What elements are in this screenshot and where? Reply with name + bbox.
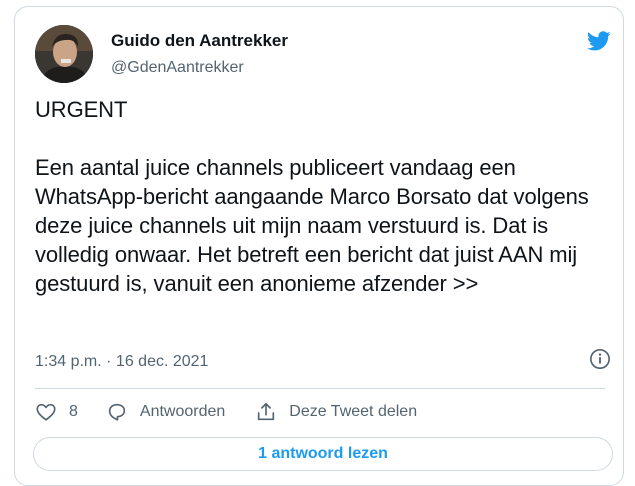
tweet-timestamp[interactable]: 1:34 p.m. · 16 dec. 2021	[35, 352, 208, 372]
tweet-card: Guido den Aantrekker @GdenAantrekker URG…	[14, 6, 624, 486]
info-icon[interactable]	[589, 348, 611, 370]
share-button[interactable]: Deze Tweet delen	[255, 401, 417, 423]
tweet-text: URGENT Een aantal juice channels publice…	[35, 97, 589, 296]
reply-label: Antwoorden	[139, 403, 226, 420]
heart-icon	[36, 403, 56, 421]
tweet-actions: 8 Antwoorden Deze Tweet delen	[35, 399, 417, 425]
reply-bubble-icon	[108, 403, 126, 421]
divider	[35, 388, 605, 389]
like-count: 8	[69, 403, 78, 420]
like-button[interactable]: 8	[35, 401, 78, 423]
share-label: Deze Tweet delen	[289, 403, 418, 420]
read-replies-button[interactable]: 1 antwoord lezen	[33, 437, 613, 471]
twitter-bird-icon[interactable]	[585, 29, 613, 53]
author-name[interactable]: Guido den Aantrekker	[111, 31, 288, 51]
author-handle[interactable]: @GdenAantrekker	[111, 58, 244, 78]
avatar[interactable]	[35, 25, 93, 83]
share-icon	[258, 402, 275, 421]
reply-button[interactable]: Antwoorden	[106, 401, 225, 423]
